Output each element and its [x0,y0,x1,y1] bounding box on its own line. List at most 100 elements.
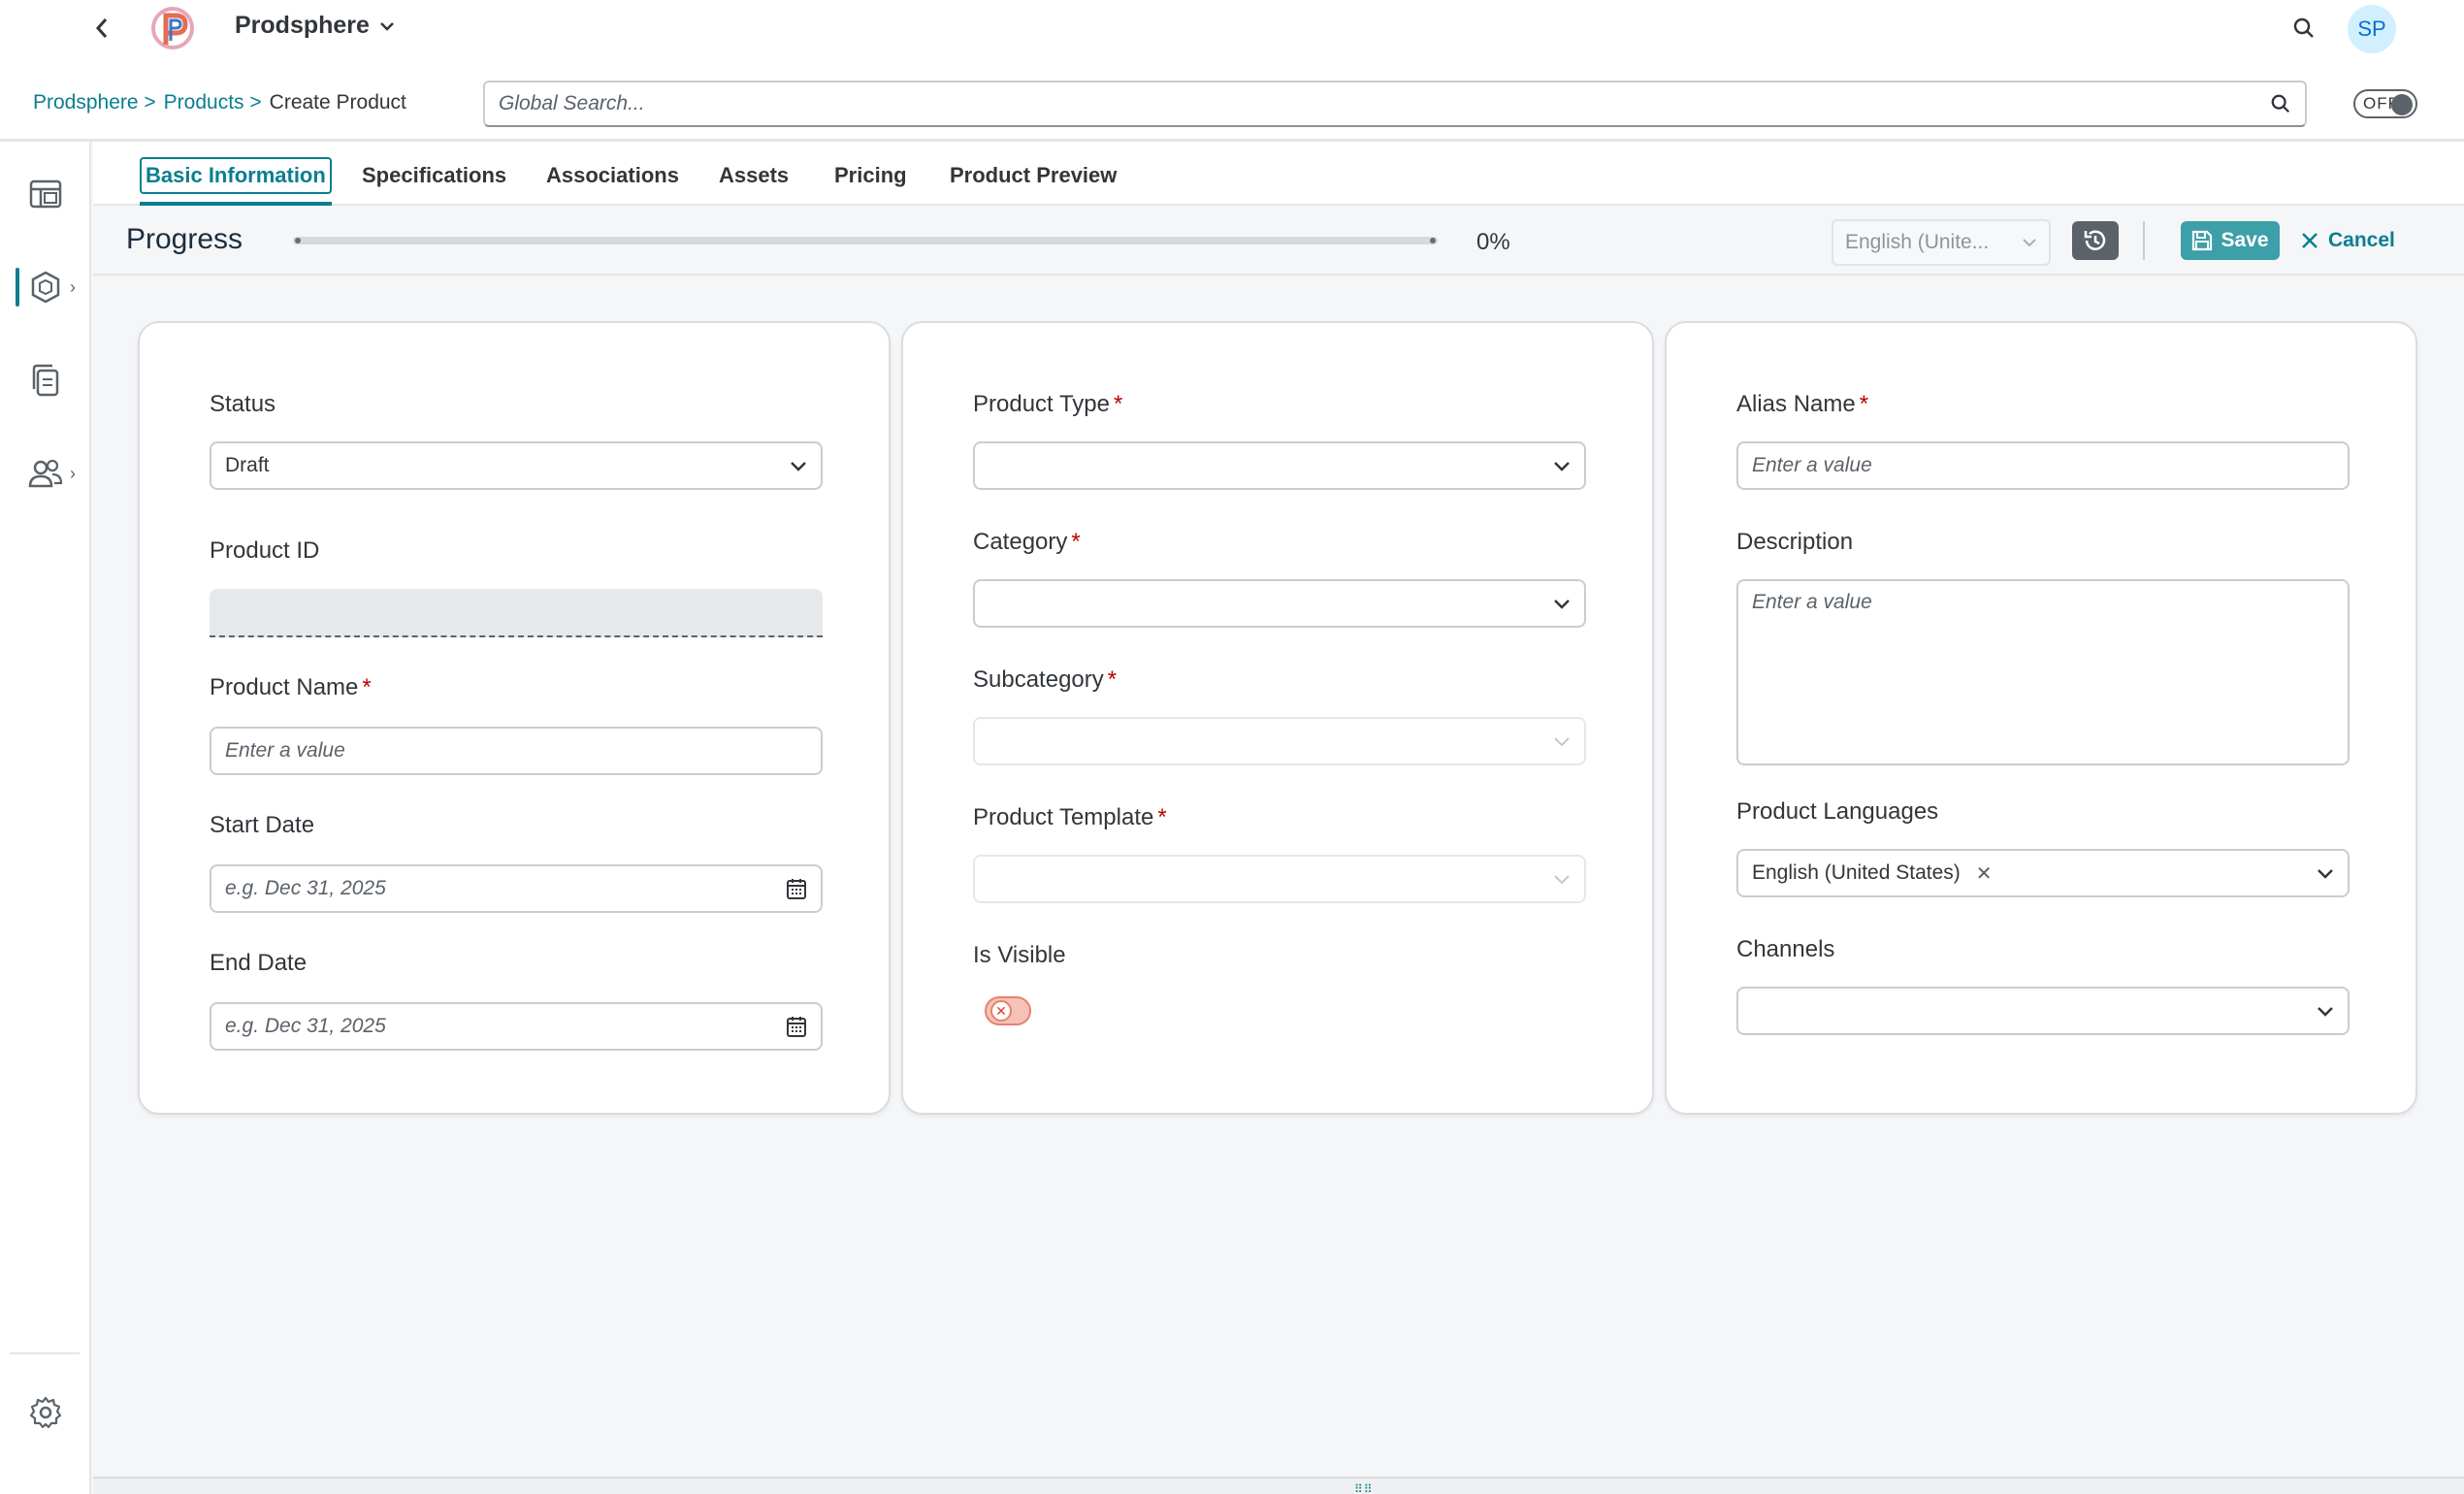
nav-documents[interactable] [14,351,78,409]
language-select[interactable]: English (Unite... [1832,219,2051,266]
product-id-label: Product ID [210,537,320,564]
chevron-down-icon [380,21,394,31]
language-token: English (United States) ✕ [1752,861,1993,886]
channels-label: Channels [1736,936,1835,962]
product-template-select [973,855,1586,903]
product-type-label-text: Product Type [973,391,1110,417]
general-info-card: Status Draft Product ID Product Name * En… [138,321,891,1115]
required-marker: * [1071,529,1081,555]
tab-associations[interactable]: Associations [542,161,683,190]
history-button[interactable] [2072,221,2119,260]
product-type-select[interactable] [973,441,1586,490]
progress-value: 0% [1476,229,1510,255]
product-id-field [210,589,823,637]
app-switcher[interactable]: Prodsphere [235,12,395,40]
chevron-down-icon [1554,461,1570,471]
global-search-bar [483,81,2307,127]
chevron-down-icon [1554,874,1570,884]
tab-specifications[interactable]: Specifications [358,161,510,190]
chevron-down-icon [1554,736,1570,746]
back-button[interactable] [87,14,116,43]
nav-settings[interactable] [14,1383,78,1442]
nav-users[interactable]: › [14,444,78,503]
language-select-value: English (Unite... [1845,231,1990,253]
resize-bar: ⠿⠿ [93,1477,2464,1494]
cancel-label: Cancel [2328,229,2395,251]
floppy-disk-icon [2192,230,2213,251]
header-search-button[interactable] [2289,14,2318,43]
avatar[interactable]: SP [2348,5,2396,53]
subcategory-label-text: Subcategory [973,666,1104,693]
progress-bar [293,237,1438,244]
details-card: Alias Name * Enter a value Description En… [1665,321,2417,1115]
calendar-icon[interactable] [786,1015,807,1038]
toggle-knob [2391,94,2413,115]
app-header: Prodsphere SP Prodsphere > Products > Cr… [0,0,2464,142]
end-date-label: End Date [210,950,308,976]
required-marker: * [1113,391,1123,417]
save-label: Save [2221,229,2269,251]
chevron-right-icon: › [70,464,76,483]
avatar-initials: SP [2357,16,2386,41]
breadcrumb-prodsphere[interactable]: Prodsphere > [33,91,156,114]
chevron-down-icon [1554,599,1570,609]
product-name-label: Product Name * [210,674,372,701]
is-visible-switch[interactable]: ✕ [985,996,1031,1025]
description-textarea[interactable]: Enter a value [1736,579,2350,765]
start-date-placeholder: e.g. Dec 31, 2025 [225,877,386,899]
toolbar-separator [2143,221,2145,260]
required-marker: * [1107,666,1118,693]
language-token-label: English (United States) [1752,861,1961,884]
dashboard-icon [29,179,62,209]
chevron-down-icon [2023,239,2036,247]
resize-grip-icon[interactable]: ⠿⠿ [1354,1482,1374,1494]
cancel-button[interactable]: Cancel [2301,221,2395,260]
nav-products[interactable]: › [14,258,78,316]
nav-dashboard[interactable] [14,165,78,223]
tab-pricing[interactable]: Pricing [830,161,911,190]
product-name-input[interactable]: Enter a value [210,727,823,775]
category-label: Category * [973,529,1081,556]
chevron-down-icon [2318,868,2333,879]
end-date-picker[interactable]: e.g. Dec 31, 2025 [210,1002,823,1051]
search-icon[interactable] [2270,93,2291,114]
settings-icon [29,1396,62,1429]
status-select[interactable]: Draft [210,441,823,490]
breadcrumb-products[interactable]: Products > [164,91,262,114]
documents-icon [32,364,59,397]
chevron-right-icon: › [70,277,76,297]
tab-product-preview[interactable]: Product Preview [946,161,1120,190]
is-visible-label: Is Visible [973,942,1066,968]
global-toggle[interactable]: OFF [2353,89,2417,118]
save-button[interactable]: Save [2181,221,2280,260]
required-marker: * [1157,804,1167,830]
tab-basic-information[interactable]: Basic Information [140,157,332,206]
close-icon [2302,233,2318,248]
tab-assets[interactable]: Assets [715,161,793,190]
products-icon [31,271,60,304]
product-languages-multiselect[interactable]: English (United States) ✕ [1736,849,2350,897]
alias-name-placeholder: Enter a value [1752,454,1872,476]
progress-toolbar: Progress 0% English (Unite... Save Cance… [93,208,2464,276]
channels-select[interactable] [1736,987,2350,1035]
start-date-picker[interactable]: e.g. Dec 31, 2025 [210,864,823,913]
app-name: Prodsphere [235,12,370,39]
progress-end-marker [1430,238,1436,244]
product-tabs: Basic Information Specifications Associa… [93,142,2464,206]
start-date-label: Start Date [210,812,315,838]
product-template-label-text: Product Template [973,804,1154,830]
product-name-label-text: Product Name [210,674,359,700]
product-type-label: Product Type * [973,391,1122,418]
chevron-down-icon [791,461,806,471]
global-search-input[interactable] [499,92,2270,115]
category-select[interactable] [973,579,1586,628]
chevron-down-icon [2318,1006,2333,1017]
product-languages-label: Product Languages [1736,798,1939,825]
remove-token-icon[interactable]: ✕ [1976,861,1993,886]
calendar-icon[interactable] [786,877,807,900]
users-icon [28,459,63,488]
alias-name-input[interactable]: Enter a value [1736,441,2350,490]
progress-start-marker [295,238,301,244]
progress-title: Progress [126,223,243,255]
description-label: Description [1736,529,1854,555]
